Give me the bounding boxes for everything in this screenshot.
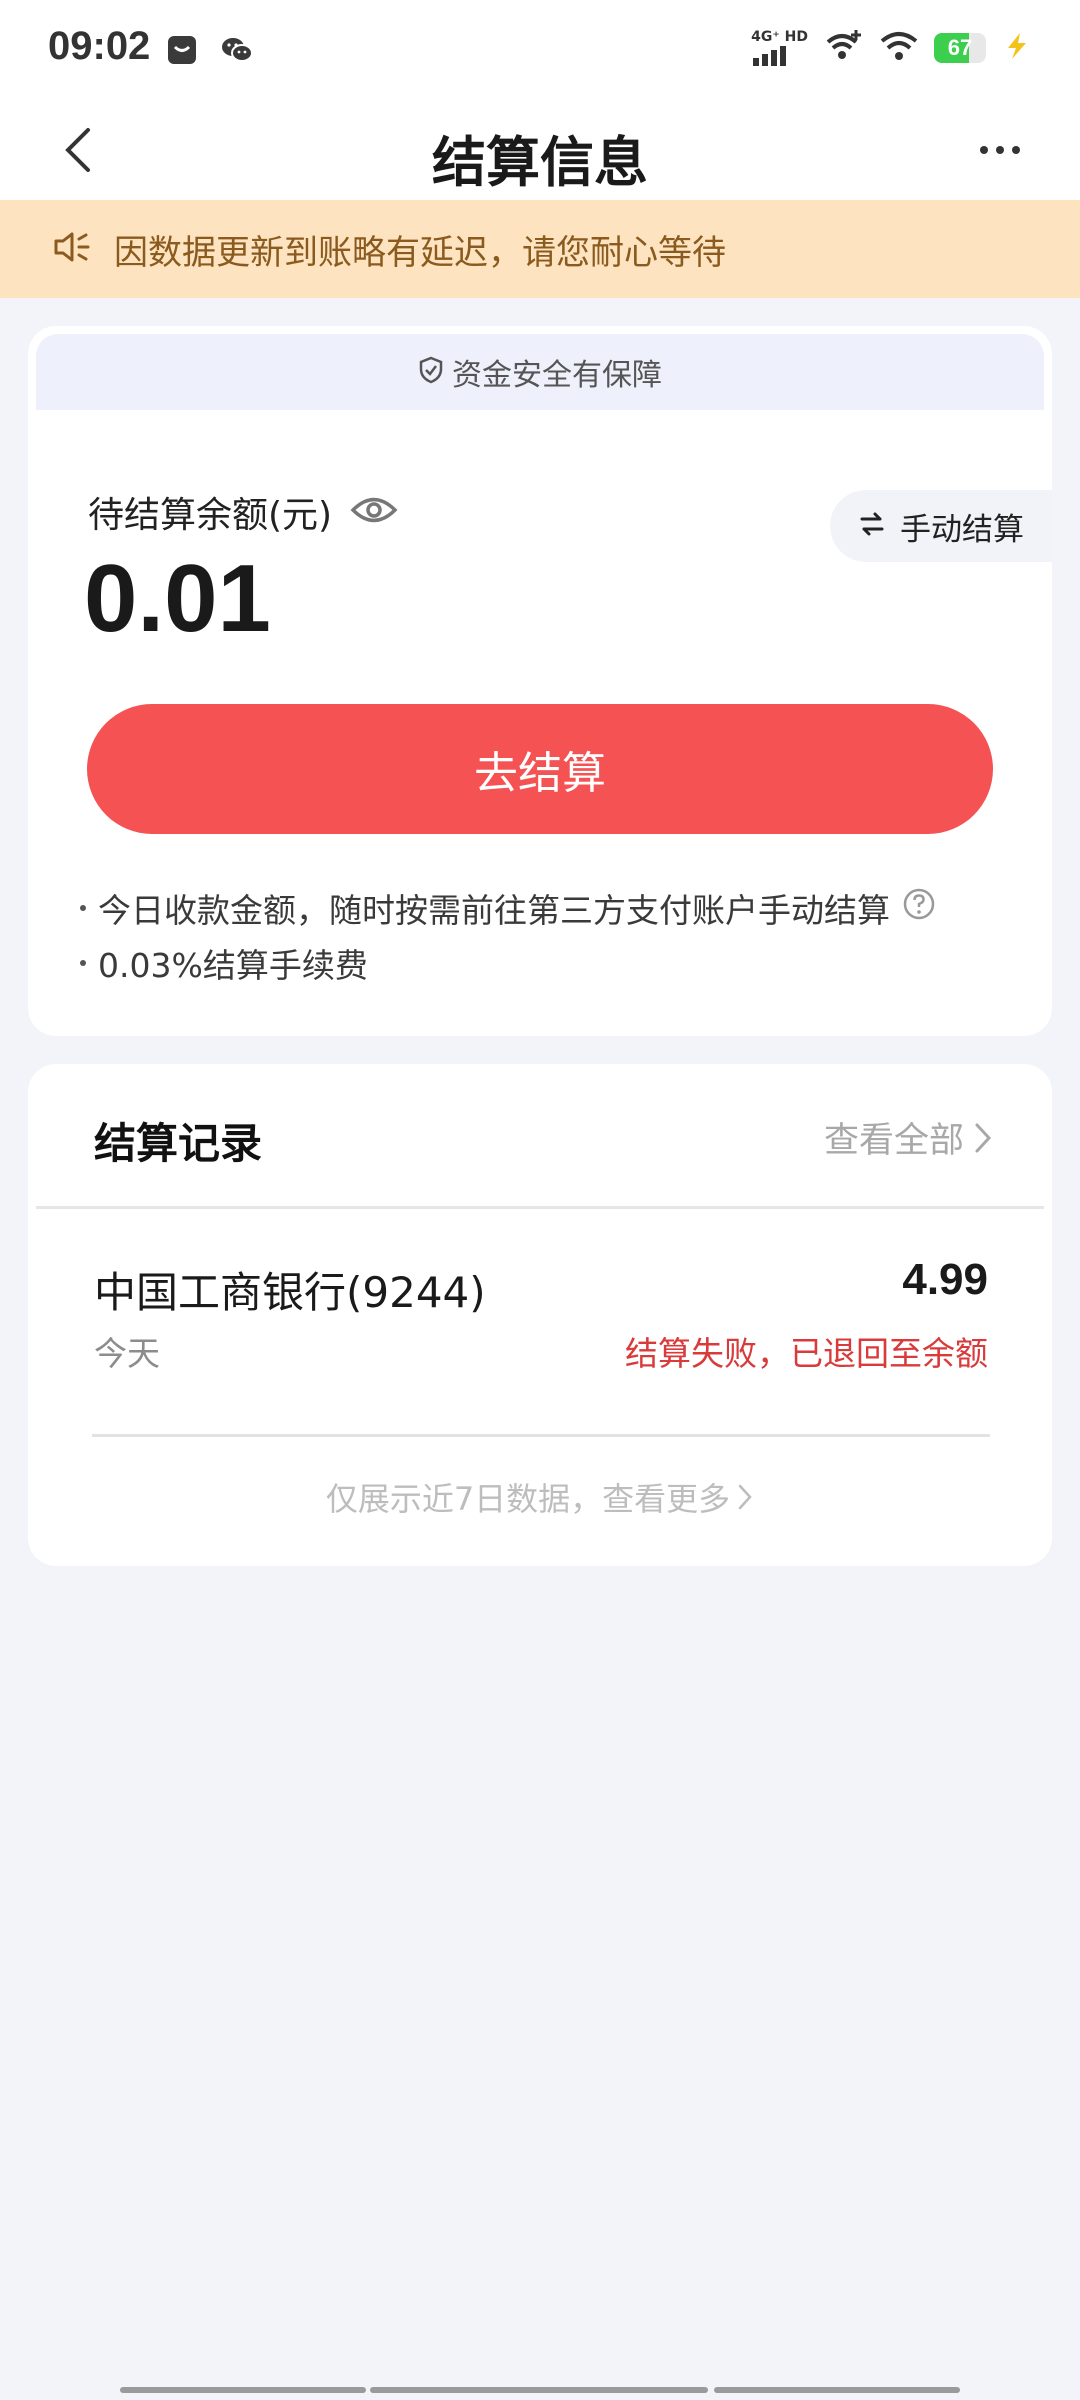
view-all-link[interactable]: 查看全部 — [824, 1112, 994, 1163]
record-row[interactable]: 中国工商银行(9244) 今天 4.99 结算失败，已退回至余额 — [28, 1209, 1052, 1439]
nav-bar: 结算信息 — [0, 100, 1080, 200]
records-header: 结算记录 查看全部 — [28, 1064, 1052, 1206]
wifi-calling-icon — [824, 28, 864, 68]
help-icon[interactable] — [902, 887, 936, 929]
battery-icon: 67 — [934, 33, 986, 63]
wifi-icon — [880, 29, 918, 67]
network-label: 4G⁺ HD — [751, 29, 808, 45]
notice-text: 因数据更新到账略有延迟，请您耐心等待 — [114, 232, 726, 273]
shield-icon — [418, 356, 444, 388]
balance-label: 待结算余额(元) — [88, 486, 398, 538]
manual-settle-button[interactable]: 手动结算 — [830, 490, 1052, 562]
balance-amount: 0.01 — [84, 545, 271, 652]
records-title: 结算记录 — [94, 1119, 263, 1168]
tips-list: 今日收款金额，随时按需前往第三方支付账户手动结算 0.03%结算手续费 — [80, 880, 1012, 990]
speaker-icon — [52, 229, 92, 269]
status-bar: 09:02 4G⁺ HD 67 — [0, 0, 1080, 100]
tip-text: 今日收款金额，随时按需前往第三方支付账户手动结算 — [98, 890, 890, 930]
safety-text: 资金安全有保障 — [452, 358, 662, 393]
view-more-label: 仅展示近7日数据，查看更多 — [325, 1480, 731, 1518]
home-indicator — [120, 2387, 366, 2393]
balance-label-text: 待结算余额(元) — [88, 495, 333, 536]
tip-item: 今日收款金额，随时按需前往第三方支付账户手动结算 — [80, 880, 1012, 935]
battery-text: 67 — [947, 35, 973, 60]
safety-bar: 资金安全有保障 — [36, 334, 1044, 410]
swap-icon — [858, 510, 886, 542]
tip-item: 0.03%结算手续费 — [80, 935, 1012, 990]
wechat-icon — [220, 34, 254, 70]
view-all-label: 查看全部 — [823, 1121, 964, 1161]
notice-banner: 因数据更新到账略有延迟，请您耐心等待 — [0, 200, 1080, 298]
eye-icon[interactable] — [350, 493, 398, 531]
chevron-right-icon — [975, 1123, 992, 1152]
tip-text: 0.03%结算手续费 — [98, 945, 368, 985]
bullet-dot — [80, 904, 86, 911]
settle-button-label: 去结算 — [474, 748, 606, 799]
home-indicator — [714, 2387, 960, 2393]
view-more-link[interactable]: 仅展示近7日数据，查看更多 — [28, 1474, 1052, 1520]
charging-icon — [1002, 31, 1032, 65]
status-time: 09:02 — [48, 24, 151, 68]
message-icon — [166, 34, 198, 70]
home-indicator — [370, 2387, 708, 2393]
page-title: 结算信息 — [432, 131, 648, 194]
records-card: 结算记录 查看全部 中国工商银行(9244) 今天 4.99 结算失败，已退回至… — [28, 1064, 1052, 1566]
record-amount: 4.99 — [902, 1255, 988, 1304]
divider — [92, 1434, 990, 1437]
bullet-dot — [80, 959, 86, 966]
more-dots-icon — [980, 146, 1020, 154]
record-status: 结算失败，已退回至余额 — [625, 1334, 988, 1373]
balance-card: 资金安全有保障 待结算余额(元) 手动结算 0.01 去结算 今日收款金额，随时… — [28, 326, 1052, 1036]
signal-icon: 4G⁺ HD — [751, 30, 808, 66]
settle-button[interactable]: 去结算 — [87, 704, 993, 834]
record-bank: 中国工商银行(9244) — [94, 1268, 486, 1317]
more-button[interactable] — [970, 130, 1030, 170]
record-date: 今天 — [94, 1334, 160, 1373]
manual-settle-label: 手动结算 — [900, 511, 1024, 548]
chevron-right-icon — [738, 1484, 752, 1510]
